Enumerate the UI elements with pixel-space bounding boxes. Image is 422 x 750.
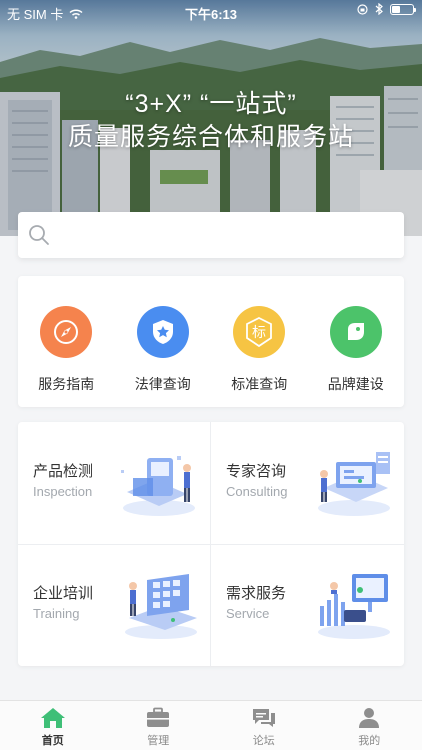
tab-manage[interactable]: 管理 bbox=[106, 701, 212, 750]
quick-link-label: 标准查询 bbox=[231, 377, 288, 393]
service-subtitle: Training bbox=[33, 606, 80, 621]
hero-banner: 无 SIM 卡 下午6:13 “3+X” “一站式” 质量服务综合体和服务站 bbox=[0, 0, 422, 236]
quick-link-law-search[interactable]: 法律查询 bbox=[115, 276, 212, 407]
tab-label: 论坛 bbox=[252, 734, 275, 747]
service-title: 企业培训 bbox=[33, 584, 94, 602]
briefcase-icon bbox=[147, 707, 170, 727]
bottom-tab-bar: 首页 管理 论坛 我的 bbox=[0, 700, 422, 750]
quick-link-service-guide[interactable]: 服务指南 bbox=[18, 276, 115, 407]
service-illustration bbox=[318, 574, 390, 639]
leaf-tag-icon bbox=[329, 306, 382, 358]
hero-title-line1: “3+X” “一站式” bbox=[125, 90, 297, 118]
service-card-service[interactable]: 需求服务 Service bbox=[211, 544, 404, 666]
search-icon bbox=[29, 225, 49, 245]
tab-mine[interactable]: 我的 bbox=[317, 701, 422, 750]
inspection-illustration bbox=[121, 456, 195, 516]
home-icon bbox=[40, 708, 65, 728]
service-card-training[interactable]: 企业培训 Training bbox=[18, 544, 211, 666]
standard-badge-text: 标 bbox=[252, 325, 266, 341]
battery-icon bbox=[390, 3, 416, 15]
search-bar[interactable] bbox=[18, 212, 404, 258]
bluetooth-icon bbox=[375, 3, 383, 15]
compass-icon bbox=[40, 306, 93, 358]
tab-forum[interactable]: 论坛 bbox=[211, 701, 317, 750]
training-illustration bbox=[125, 574, 197, 639]
service-card-inspection[interactable]: 产品检测 Inspection bbox=[18, 422, 211, 544]
quick-link-standard-search[interactable]: 标 标准查询 bbox=[211, 276, 308, 407]
service-title: 需求服务 bbox=[226, 584, 287, 602]
quick-link-label: 服务指南 bbox=[38, 377, 95, 393]
status-bar: 无 SIM 卡 下午6:13 bbox=[0, 0, 422, 22]
service-card-consulting[interactable]: 专家咨询 Consulting bbox=[211, 422, 404, 544]
person-icon bbox=[359, 708, 380, 728]
service-subtitle: Inspection bbox=[33, 484, 93, 499]
shield-star-icon bbox=[136, 306, 189, 358]
standard-badge-icon: 标 bbox=[233, 306, 286, 358]
search-input[interactable] bbox=[62, 220, 392, 250]
status-indicators bbox=[357, 3, 416, 15]
hero-title-line2: 质量服务综合体和服务站 bbox=[67, 123, 354, 151]
service-subtitle: Consulting bbox=[226, 484, 288, 499]
services-grid: 产品检测 Inspection 专家咨询 Consulting 企业培训 Tra… bbox=[18, 422, 404, 666]
quick-links-panel: 服务指南 法律查询 标 标准查询 品牌建设 bbox=[18, 276, 404, 407]
consulting-illustration bbox=[318, 452, 390, 516]
tab-home[interactable]: 首页 bbox=[0, 701, 106, 750]
quick-link-label: 法律查询 bbox=[134, 377, 191, 393]
service-title: 专家咨询 bbox=[226, 462, 287, 480]
tab-label: 首页 bbox=[41, 734, 64, 747]
chat-icon bbox=[252, 709, 275, 727]
quick-link-brand-building[interactable]: 品牌建设 bbox=[308, 276, 405, 407]
orientation-lock-icon bbox=[357, 3, 368, 15]
service-title: 产品检测 bbox=[33, 462, 94, 480]
tab-label: 我的 bbox=[358, 734, 381, 747]
service-subtitle: Service bbox=[226, 606, 270, 621]
quick-link-label: 品牌建设 bbox=[327, 377, 384, 393]
tab-label: 管理 bbox=[147, 734, 170, 747]
